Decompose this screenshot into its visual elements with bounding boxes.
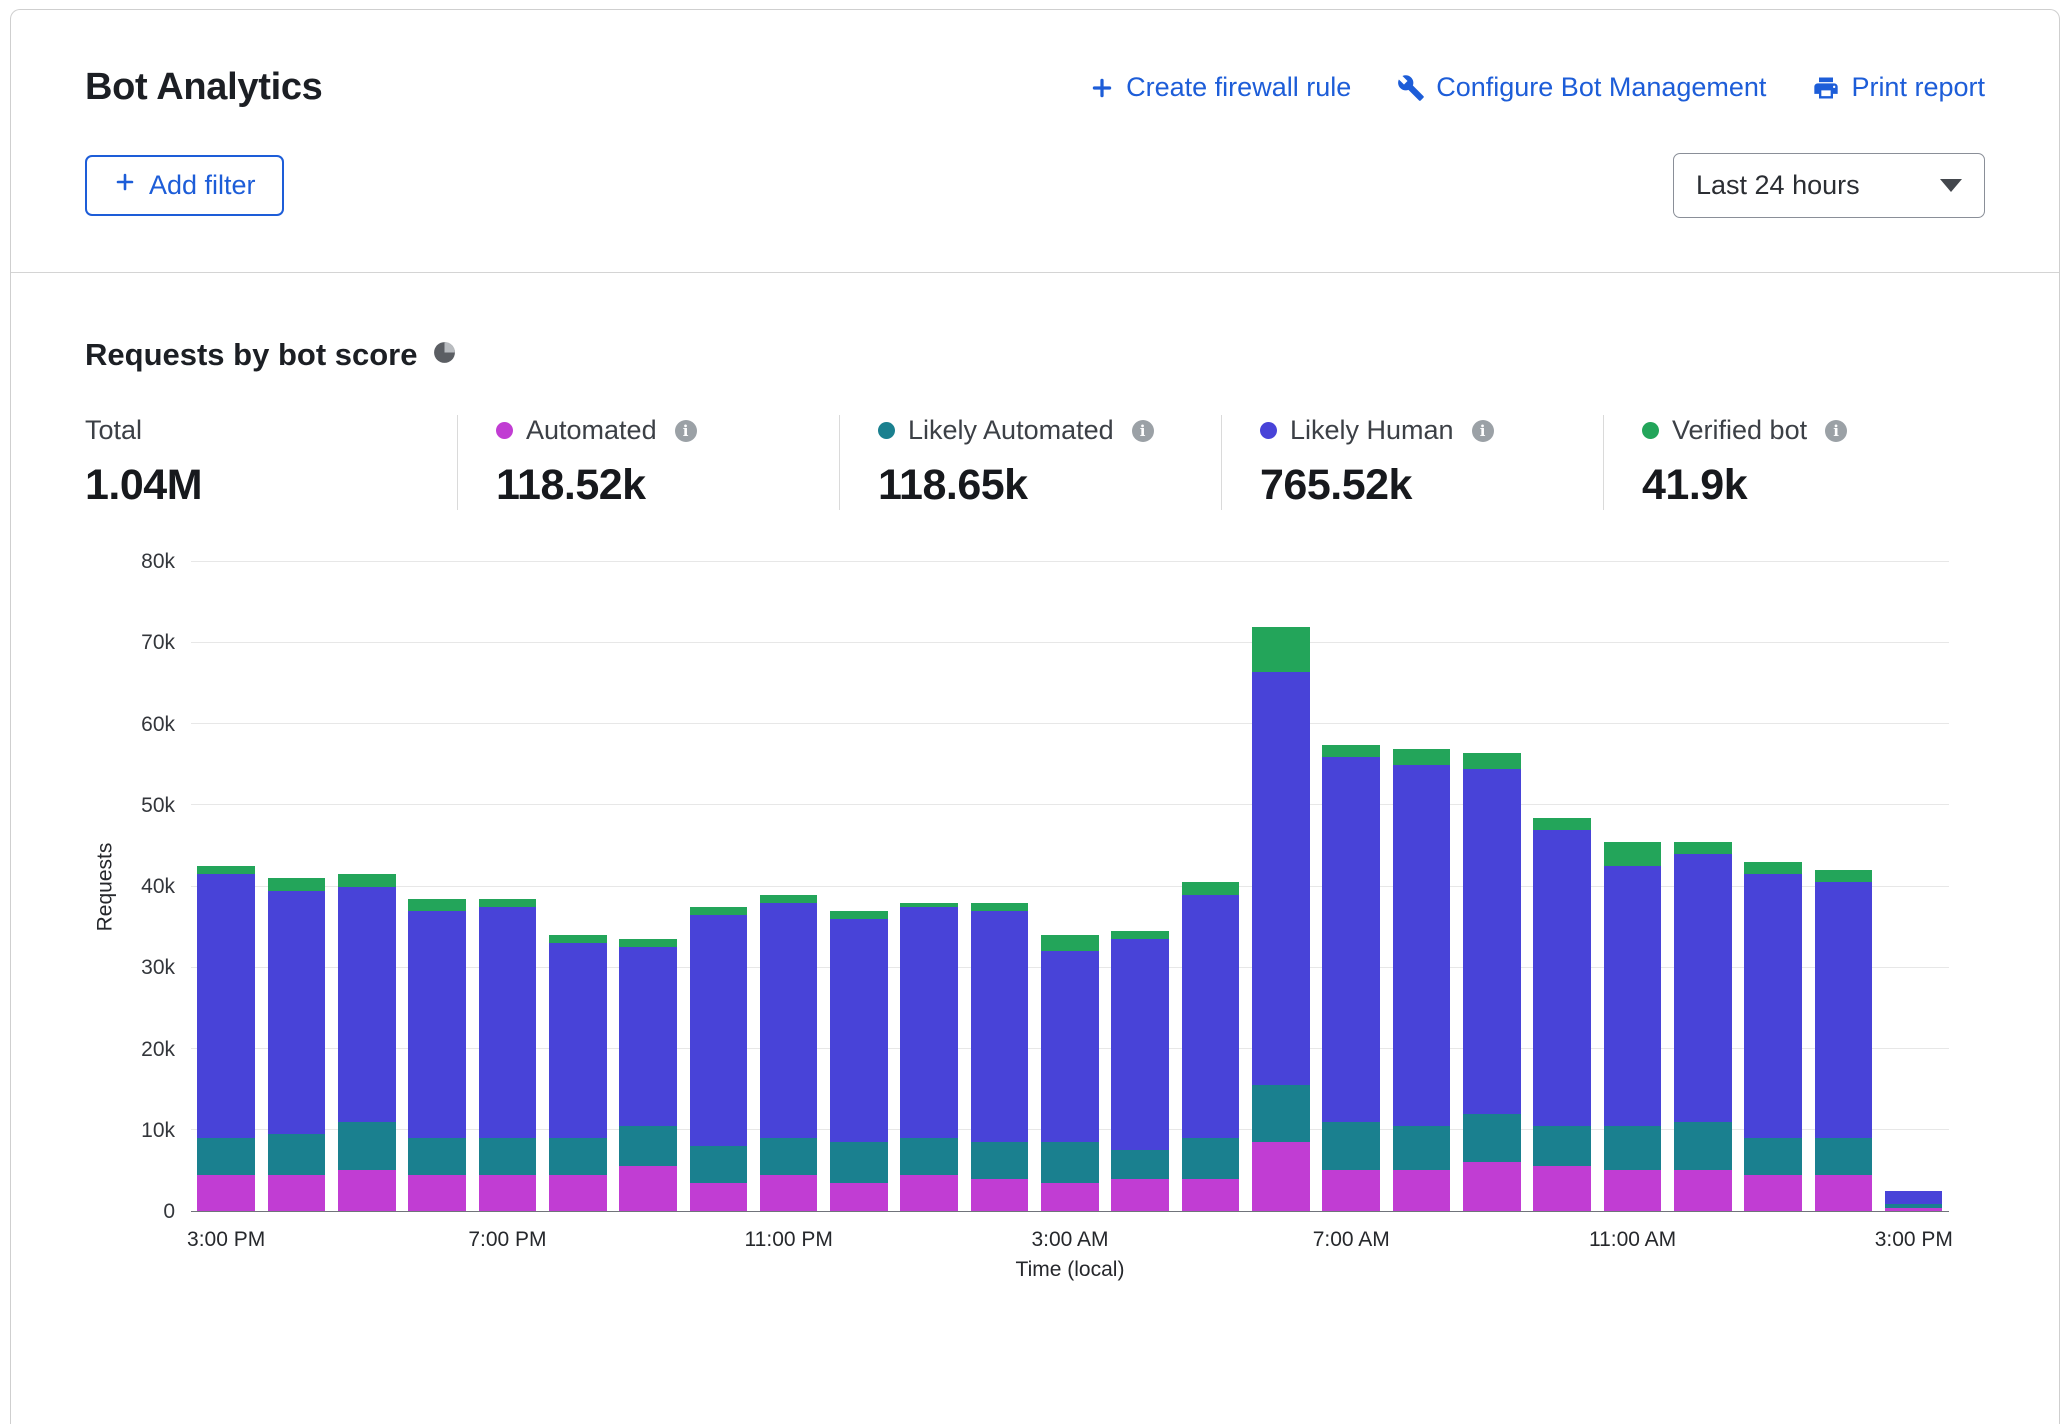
print-report-label: Print report (1851, 72, 1985, 103)
stacked-bar[interactable] (1744, 562, 1802, 1211)
verified-bot-legend-dot (1642, 422, 1659, 439)
stacked-bar[interactable] (1322, 562, 1380, 1211)
stat-automated-label: Automated (526, 415, 657, 446)
printer-icon (1812, 74, 1840, 102)
stat-likely-human-value: 765.52k (1260, 461, 1603, 510)
x-tick-label: 7:00 PM (468, 1228, 546, 1252)
page-title: Bot Analytics (85, 66, 323, 109)
stacked-bar[interactable] (338, 562, 396, 1211)
configure-bot-management-link[interactable]: Configure Bot Management (1397, 72, 1766, 103)
plot-area (191, 562, 1949, 1212)
stacked-bar[interactable] (760, 562, 818, 1211)
stacked-bar[interactable] (619, 562, 677, 1211)
likely-automated-legend-dot (878, 422, 895, 439)
print-report-link[interactable]: Print report (1812, 72, 1985, 103)
y-tick-label: 30k (141, 956, 175, 980)
add-filter-button[interactable]: Add filter (85, 155, 284, 216)
stacked-bar[interactable] (690, 562, 748, 1211)
y-tick-label: 40k (141, 875, 175, 899)
x-tick-label: 3:00 PM (187, 1228, 265, 1252)
x-tick-label: 11:00 PM (745, 1228, 833, 1252)
stat-likely-automated-value: 118.65k (878, 461, 1221, 510)
add-filter-label: Add filter (149, 170, 256, 201)
x-tick-label: 3:00 AM (1031, 1228, 1108, 1252)
stacked-bar[interactable] (1182, 562, 1240, 1211)
stacked-bar[interactable] (408, 562, 466, 1211)
configure-bot-management-label: Configure Bot Management (1436, 72, 1766, 103)
card-body: Requests by bot score Total 1.04M Automa… (11, 273, 2059, 1292)
info-icon[interactable]: i (1132, 420, 1154, 442)
wrench-icon (1397, 74, 1425, 102)
x-tick-label: 7:00 AM (1313, 1228, 1390, 1252)
chevron-down-icon (1940, 179, 1962, 192)
stacked-bar[interactable] (479, 562, 537, 1211)
y-tick-label: 20k (141, 1038, 175, 1062)
bot-analytics-card: Bot Analytics Create firewall rule Confi… (10, 9, 2060, 1424)
plus-icon (113, 170, 137, 201)
info-icon[interactable]: i (1825, 420, 1847, 442)
y-tick-label: 0 (163, 1200, 175, 1224)
likely-human-legend-dot (1260, 422, 1277, 439)
stat-automated: Automated i 118.52k (457, 415, 839, 510)
stat-likely-automated-label: Likely Automated (908, 415, 1114, 446)
stacked-bar[interactable] (830, 562, 888, 1211)
info-icon[interactable]: i (1472, 420, 1494, 442)
stacked-bar[interactable] (549, 562, 607, 1211)
x-axis-title: Time (local) (191, 1258, 1949, 1292)
section-title: Requests by bot score (85, 337, 417, 373)
stacked-bar[interactable] (268, 562, 326, 1211)
stacked-bar[interactable] (1041, 562, 1099, 1211)
y-tick-label: 60k (141, 713, 175, 737)
stacked-bar[interactable] (1252, 562, 1310, 1211)
y-tick-label: 70k (141, 631, 175, 655)
stats-row: Total 1.04M Automated i 118.52k Likely A… (85, 415, 1985, 510)
stat-likely-human-label: Likely Human (1290, 415, 1454, 446)
y-axis-labels: 010k20k30k40k50k60k70k80k (125, 562, 191, 1212)
card-header: Bot Analytics Create firewall rule Confi… (11, 10, 2059, 273)
stat-likely-human: Likely Human i 765.52k (1221, 415, 1603, 510)
automated-legend-dot (496, 422, 513, 439)
header-actions: Create firewall rule Configure Bot Manag… (1089, 72, 1985, 103)
x-tick-label: 11:00 AM (1589, 1228, 1676, 1252)
stat-total-label: Total (85, 415, 142, 446)
stacked-bar[interactable] (1674, 562, 1732, 1211)
y-tick-label: 80k (141, 550, 175, 574)
stat-verified-bot: Verified bot i 41.9k (1603, 415, 1985, 510)
create-firewall-rule-label: Create firewall rule (1126, 72, 1351, 103)
stacked-bar[interactable] (1111, 562, 1169, 1211)
stacked-bar[interactable] (1393, 562, 1451, 1211)
bars (191, 562, 1949, 1211)
stacked-bar[interactable] (197, 562, 255, 1211)
stat-total-value: 1.04M (85, 461, 457, 510)
requests-by-bot-score-chart: Requests 010k20k30k40k50k60k70k80k 3:00 … (85, 562, 1985, 1292)
stacked-bar[interactable] (1604, 562, 1662, 1211)
time-range-select[interactable]: Last 24 hours (1673, 153, 1985, 218)
info-icon[interactable]: i (675, 420, 697, 442)
stat-automated-value: 118.52k (496, 461, 839, 510)
stat-total: Total 1.04M (85, 415, 457, 510)
time-range-value: Last 24 hours (1696, 170, 1860, 201)
stacked-bar[interactable] (1885, 562, 1943, 1211)
pie-chart-icon (432, 340, 457, 370)
x-axis-labels: 3:00 PM7:00 PM11:00 PM3:00 AM7:00 AM11:0… (191, 1212, 1949, 1258)
stat-verified-bot-value: 41.9k (1642, 461, 1985, 510)
stacked-bar[interactable] (1533, 562, 1591, 1211)
y-axis-title: Requests (93, 843, 117, 932)
plus-icon (1089, 75, 1115, 101)
stat-verified-bot-label: Verified bot (1672, 415, 1807, 446)
y-tick-label: 50k (141, 794, 175, 818)
y-tick-label: 10k (141, 1119, 175, 1143)
create-firewall-rule-link[interactable]: Create firewall rule (1089, 72, 1351, 103)
stacked-bar[interactable] (1463, 562, 1521, 1211)
stacked-bar[interactable] (971, 562, 1029, 1211)
x-tick-label: 3:00 PM (1875, 1228, 1953, 1252)
stacked-bar[interactable] (1815, 562, 1873, 1211)
stat-likely-automated: Likely Automated i 118.65k (839, 415, 1221, 510)
stacked-bar[interactable] (900, 562, 958, 1211)
